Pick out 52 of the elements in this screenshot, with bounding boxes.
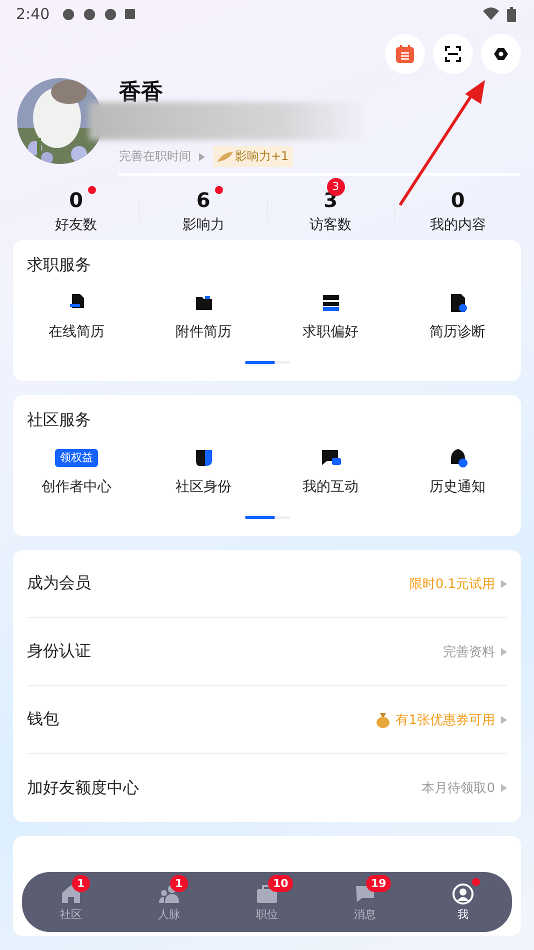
influence-text: 影响力+1 [235,148,289,165]
service-item[interactable]: 领权益 创作者中心 [13,447,140,496]
row-value: 完善资料 [443,644,495,660]
service-item[interactable]: 附件简历 [140,292,267,341]
scan-button[interactable] [433,34,473,74]
count-badge: 1 [72,874,90,892]
nav-tab[interactable]: 1 人脉 [120,872,218,932]
user-name: 香香 [119,79,164,107]
nav-tab[interactable]: 19 消息 [316,872,414,932]
section-title: 求职服务 [26,254,92,276]
settings-button[interactable] [481,34,521,74]
service-item[interactable]: 在线简历 [13,292,140,341]
service-item[interactable]: 我的互动 [267,447,394,496]
money-bag-icon [376,712,390,728]
sign-in-button[interactable] [385,34,425,74]
wifi-icon [483,7,499,21]
row-value: 有1张优惠券可用 [396,712,495,728]
service-item[interactable]: 简历诊断 [394,292,521,341]
count-badge: 10 [268,874,294,892]
calendar-icon [395,44,415,64]
row-value: 限时0.1元试用 [409,576,495,592]
service-item[interactable]: 历史通知 [394,447,521,496]
menu-row[interactable]: 加好友额度中心 本月待领取0 [27,754,507,822]
settings-icon [494,47,508,61]
count-badge: 19 [366,874,392,892]
page-indicator [244,516,290,519]
caret-icon [501,580,507,588]
caret-icon [199,152,205,160]
benefit-tag: 领权益 [55,449,98,467]
stat-item[interactable]: 0 好友数 [13,176,140,234]
feather-icon [217,152,233,162]
page-indicator [244,361,290,364]
menu-row[interactable]: 成为会员 限时0.1元试用 [27,550,507,618]
caret-icon [501,648,507,656]
battery-icon [507,6,516,22]
nav-tab[interactable]: 我 [414,872,512,932]
section-title: 社区服务 [26,409,92,431]
menu-row[interactable]: 钱包 有1张优惠券可用 [27,686,507,754]
stat-item[interactable]: 0 我的内容 [394,176,521,234]
row-value: 本月待领取0 [422,780,495,797]
caret-icon [501,784,507,792]
menu-row[interactable]: 身份认证 完善资料 [27,618,507,686]
service-item[interactable]: 求职偏好 [267,292,394,341]
caret-icon [501,716,507,724]
scan-icon [445,46,461,62]
service-item[interactable]: 社区身份 [140,447,267,496]
nav-tab[interactable]: 1 社区 [22,872,120,932]
person-icon [452,882,474,904]
status-time: 2:40 [16,5,50,23]
count-badge: 1 [170,874,188,892]
nav-tab[interactable]: 10 职位 [218,872,316,932]
stat-item[interactable]: 6 影响力 [140,176,266,234]
